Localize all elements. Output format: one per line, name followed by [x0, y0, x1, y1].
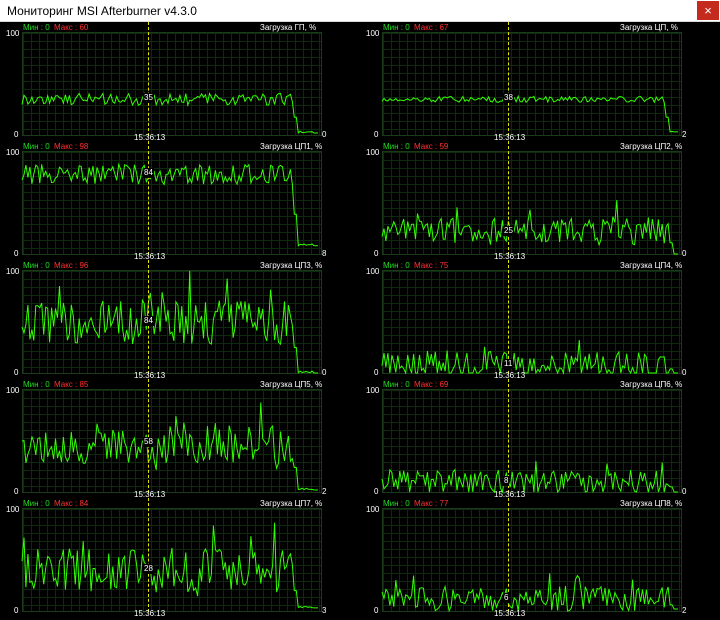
- usage-line: [381, 94, 678, 133]
- time-cursor-line[interactable]: [148, 379, 149, 493]
- current-value-label: 8: [322, 249, 327, 258]
- usage-line: [381, 340, 678, 375]
- y-axis-min-label: 0: [374, 487, 379, 496]
- time-cursor-line[interactable]: [508, 141, 509, 255]
- y-axis-max-label: 100: [366, 148, 380, 157]
- usage-line: [21, 162, 318, 247]
- graph-panel-cpu4[interactable]: 100 0 Мин : 0 Макс : 75 Загрузка ЦП4, % 11 15:…: [360, 260, 720, 380]
- usage-plot: [21, 522, 318, 609]
- graph-panel-cpu5[interactable]: 100 0 Мин : 0 Макс : 85 Загрузка ЦП5, % 58 15:…: [0, 379, 360, 499]
- current-value-label: 0: [682, 368, 687, 377]
- cursor-value: 84: [143, 316, 154, 326]
- cursor-value: 25: [503, 225, 514, 236]
- usage-line: [21, 92, 318, 134]
- usage-plot: [21, 270, 318, 374]
- cursor-value: 6: [503, 592, 510, 603]
- usage-line: [21, 402, 318, 491]
- graph-panel-gpu[interactable]: 100 0 Мин : 0 Макс : 60 Загрузка ГП, % 35 15:3…: [0, 22, 360, 142]
- cursor-value: 35: [143, 93, 154, 104]
- window-titlebar: Мониторинг MSI Afterburner v4.3.0 ×: [0, 0, 720, 22]
- graph-panel-cpu3[interactable]: 100 0 Мин : 0 Макс : 96 Загрузка ЦП3, % 84 15:…: [0, 260, 360, 380]
- usage-plot: [21, 92, 318, 134]
- current-value-label: 2: [682, 606, 687, 615]
- usage-plot: [381, 200, 678, 255]
- y-axis-min-label: 0: [14, 368, 19, 377]
- y-axis-min-label: 0: [14, 130, 19, 139]
- y-axis-min-label: 0: [374, 249, 379, 258]
- window-title: Мониторинг MSI Afterburner v4.3.0: [7, 4, 197, 18]
- cursor-value: 28: [143, 564, 154, 575]
- usage-line: [381, 573, 678, 613]
- graph-panel-cpu[interactable]: 100 0 Мин : 0 Макс : 67 Загрузка ЦП, % 38 15:3…: [360, 22, 720, 142]
- y-axis-max-label: 100: [366, 505, 380, 514]
- current-value-label: 3: [322, 606, 327, 615]
- current-value-label: 2: [682, 130, 687, 139]
- time-cursor-line[interactable]: [148, 498, 149, 612]
- y-axis-max-label: 100: [6, 29, 20, 38]
- y-axis-max-label: 100: [6, 505, 20, 514]
- current-value-label: 0: [682, 249, 687, 258]
- cursor-value: 84: [143, 168, 154, 179]
- usage-plot: [21, 162, 318, 247]
- graph-panel-cpu2[interactable]: 100 0 Мин : 0 Макс : 59 Загрузка ЦП2, % 25 15:…: [360, 141, 720, 261]
- y-axis-min-label: 0: [374, 130, 379, 139]
- usage-plot: [381, 461, 678, 494]
- graph-panel-cpu7[interactable]: 100 0 Мин : 0 Макс : 84 Загрузка ЦП7, % 28 15:…: [0, 498, 360, 618]
- current-value-label: 2: [322, 487, 327, 496]
- y-axis-max-label: 100: [6, 148, 20, 157]
- usage-plot: [381, 94, 678, 133]
- cursor-time: 15:36:13: [494, 609, 526, 618]
- time-cursor-line[interactable]: [508, 260, 509, 374]
- current-value-label: 0: [322, 368, 327, 377]
- current-value-label: 0: [322, 130, 327, 139]
- cursor-value: 38: [503, 93, 514, 104]
- y-axis-max-label: 100: [366, 29, 380, 38]
- cursor-value: 8: [503, 475, 510, 486]
- usage-line: [21, 522, 318, 609]
- usage-line: [381, 200, 678, 255]
- y-axis-min-label: 0: [374, 368, 379, 377]
- cursor-time: 15:36:13: [134, 609, 166, 618]
- usage-plot: [21, 402, 318, 491]
- usage-line: [21, 270, 318, 374]
- y-axis-max-label: 100: [366, 267, 380, 276]
- cursor-value: 11: [503, 358, 514, 369]
- y-axis-max-label: 100: [6, 386, 20, 395]
- usage-plot: [381, 340, 678, 375]
- y-axis-min-label: 0: [14, 487, 19, 496]
- graph-panel-cpu1[interactable]: 100 0 Мин : 0 Макс : 98 Загрузка ЦП1, % 84 15:…: [0, 141, 360, 261]
- close-button[interactable]: ×: [697, 1, 719, 20]
- y-axis-min-label: 0: [14, 606, 19, 615]
- y-axis-max-label: 100: [6, 267, 20, 276]
- cursor-value: 58: [143, 437, 154, 448]
- current-value-label: 0: [682, 487, 687, 496]
- time-cursor-line[interactable]: [148, 141, 149, 255]
- graph-panel-cpu8[interactable]: 100 0 Мин : 0 Макс : 77 Загрузка ЦП8, % 6 15:3…: [360, 498, 720, 618]
- y-axis-max-label: 100: [366, 386, 380, 395]
- usage-line: [381, 461, 678, 494]
- monitoring-graphs-area: 100 0 Мин : 0 Макс : 60 Загрузка ГП, % 35 15:3…: [0, 22, 720, 620]
- y-axis-min-label: 0: [374, 606, 379, 615]
- time-cursor-line[interactable]: [148, 22, 149, 136]
- close-icon: ×: [704, 3, 712, 18]
- time-cursor-line[interactable]: [508, 22, 509, 136]
- graph-panel-cpu6[interactable]: 100 0 Мин : 0 Макс : 69 Загрузка ЦП6, % 8 15:3…: [360, 379, 720, 499]
- usage-plot: [381, 573, 678, 613]
- y-axis-min-label: 0: [14, 249, 19, 258]
